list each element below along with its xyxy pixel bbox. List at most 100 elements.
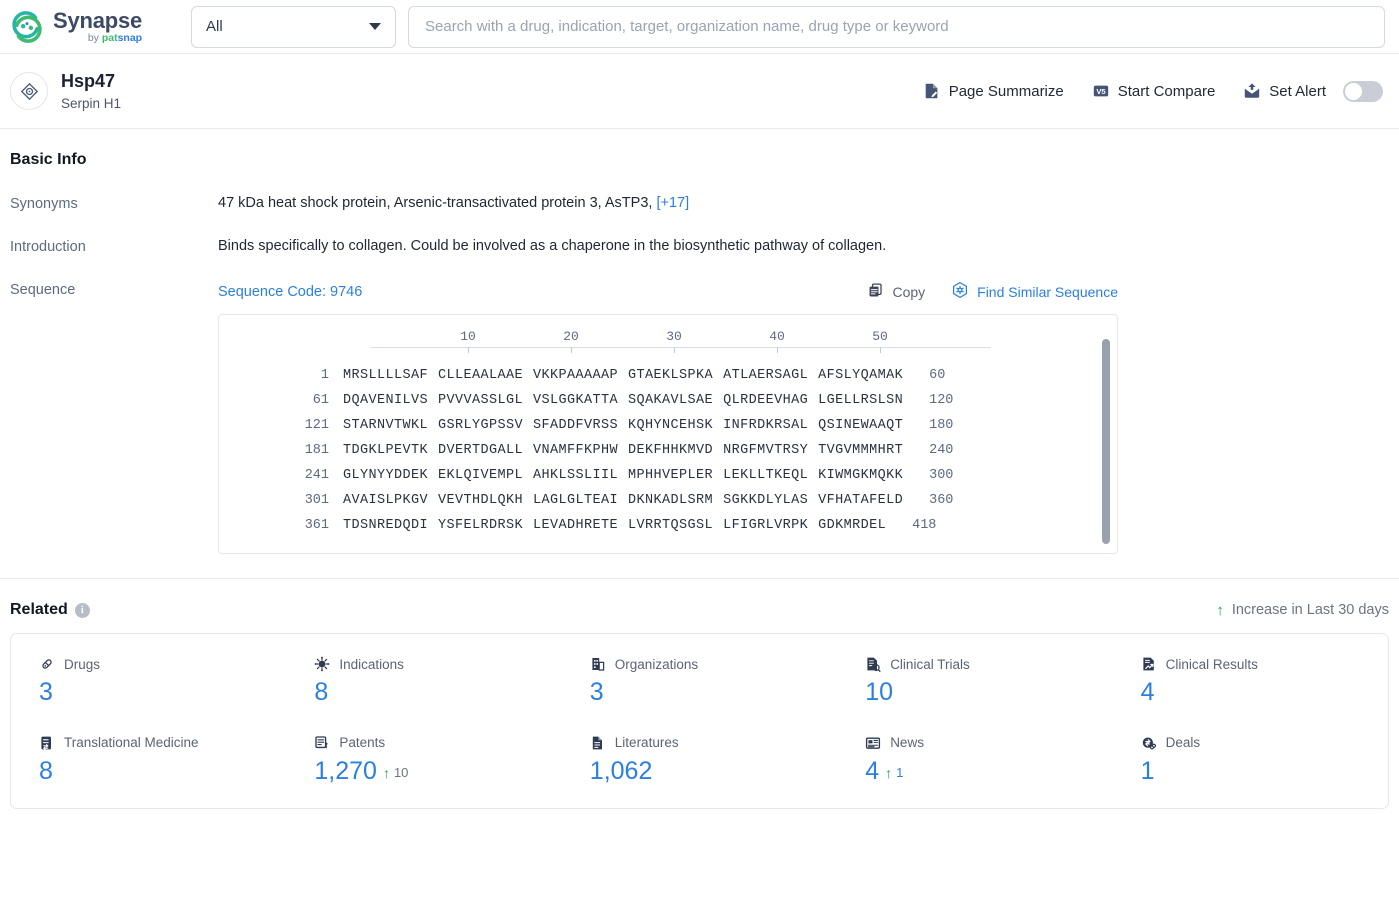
pill-icon xyxy=(39,656,55,672)
stat-value: 1,270 xyxy=(314,756,377,785)
sequence-block: LAGLGLTEAI xyxy=(533,493,619,508)
stat-label-row: News xyxy=(865,735,1104,751)
stat-card-indications[interactable]: Indications 8 xyxy=(286,652,561,711)
set-alert-toggle[interactable] xyxy=(1343,80,1383,102)
sequence-block: GSRLYGPSSV xyxy=(438,418,524,433)
sequence-block: DVERTDGALL xyxy=(438,443,524,458)
set-alert-button[interactable]: Set Alert xyxy=(1243,80,1383,102)
stat-card-clinical-results[interactable]: Clinical Results 4 xyxy=(1113,652,1388,711)
stat-label-row: Clinical Results xyxy=(1141,656,1380,672)
legend-label: Increase in Last 30 days xyxy=(1231,602,1389,618)
copy-label: Copy xyxy=(892,283,926,300)
sequence-block: MPHHVEPLER xyxy=(628,468,714,483)
search-scope-select[interactable]: All xyxy=(191,5,396,48)
ruler-tick-label: 40 xyxy=(769,329,785,344)
sequence-block: KQHYNCEHSK xyxy=(628,418,714,433)
sequence-scrollbar-thumb[interactable] xyxy=(1102,339,1110,544)
sequence-block: PVVVASSLGL xyxy=(438,393,524,408)
brand-by: by xyxy=(87,31,102,44)
stat-label-row: Deals xyxy=(1141,735,1380,751)
search-input[interactable] xyxy=(425,18,1368,35)
start-compare-button[interactable]: V5 Start Compare xyxy=(1092,82,1216,100)
sequence-block: LVRRTQSGSL xyxy=(628,518,714,533)
brand-logo[interactable]: Synapse by patsnap xyxy=(10,9,188,44)
entity-header: Hsp47 Serpin H1 Page Summarize V5 Start … xyxy=(0,54,1399,129)
stat-card-literatures[interactable]: Literatures 1,062 xyxy=(562,731,837,790)
brand-snap: snap xyxy=(117,31,143,44)
sequence-block: LFIGRLVRPK xyxy=(723,518,809,533)
sequence-row-start: 181 xyxy=(304,443,329,458)
page-title: Hsp47 xyxy=(61,71,116,92)
stat-card-deals[interactable]: Deals 1 xyxy=(1113,731,1388,790)
sequence-row-end: 120 xyxy=(929,393,954,408)
page-summarize-icon xyxy=(923,82,941,100)
sequence-row: Sequence Sequence Code: 9746 Copy Find S… xyxy=(10,281,1389,554)
sequence-row: 241 GLYNYYDDEK EKLQIVEMPL AHKLSSLIIL MPHHVEP… xyxy=(219,463,1117,488)
delta-value: 10 xyxy=(393,764,409,780)
stat-card-translational-medicine[interactable]: Translational Medicine 8 xyxy=(11,731,286,790)
sequence-block: STARNVTWKL xyxy=(343,418,429,433)
stat-card-organizations[interactable]: Organizations 3 xyxy=(562,652,837,711)
delta-up-arrow-icon: ↑ xyxy=(885,765,893,782)
stats-row-2: Translational Medicine 8 Patents 1,270 ↑ 10 Li… xyxy=(11,731,1388,790)
delta-up-arrow-icon: ↑ xyxy=(382,765,390,782)
info-icon[interactable]: i xyxy=(74,602,90,618)
stat-value: 4 xyxy=(1140,678,1155,706)
clinical-result-icon xyxy=(1141,656,1157,672)
sequence-block: AFSLYQAMAK xyxy=(818,368,904,383)
stat-card-patents[interactable]: Patents 1,270 ↑ 10 xyxy=(286,731,561,790)
sequence-code-link[interactable]: Sequence Code: 9746 xyxy=(218,284,362,300)
stat-label: Translational Medicine xyxy=(64,735,199,751)
sequence-block: SQAKAVLSAE xyxy=(628,393,714,408)
sequence-row: 361 TDSNREDQDI YSFELRDRSK LEVADHRETE LVRRTQS… xyxy=(219,513,1117,538)
sequence-block: QLRDEEVHAG xyxy=(723,393,809,408)
stat-label: News xyxy=(890,735,924,751)
sequence-viewer[interactable]: 10 20 30 40 50 1 MRSLLLLSAF CLLEAALAAE VKKPAAAA… xyxy=(218,314,1118,554)
sequence-block: VFHATAFELD xyxy=(818,493,904,508)
sequence-block: ATLAERSAGL xyxy=(723,368,809,383)
ruler-tick-mark xyxy=(777,347,778,353)
copy-sequence-button[interactable]: Copy xyxy=(867,282,925,302)
sequence-row-residues: TDGKLPEVTK DVERTDGALL VNAMFFKPHW DEKFHHKMVD… xyxy=(343,443,913,458)
sequence-scrollbar[interactable] xyxy=(1102,333,1110,544)
find-similar-sequence-button[interactable]: Find Similar Sequence xyxy=(951,281,1118,302)
sequence-block: VSLGGKATTA xyxy=(533,393,619,408)
translational-medicine-icon xyxy=(39,735,55,751)
stat-label: Clinical Trials xyxy=(890,656,970,672)
synonyms-more-link[interactable]: [+17] xyxy=(656,195,689,211)
sequence-block: TVGVMMMHRT xyxy=(818,443,904,458)
introduction-value: Binds specifically to collagen. Could be… xyxy=(218,238,887,254)
related-title: Related xyxy=(10,601,68,618)
target-crosshair-icon xyxy=(10,72,48,110)
start-compare-label: Start Compare xyxy=(1117,82,1216,100)
related-legend: ↑ Increase in Last 30 days xyxy=(1216,602,1389,618)
sequence-rows: 1 MRSLLLLSAF CLLEAALAAE VKKPAAAAAP GTAEKLSPK… xyxy=(219,363,1117,538)
sequence-row-end: 300 xyxy=(929,468,954,483)
sequence-row-start: 61 xyxy=(312,393,329,408)
stat-card-drugs[interactable]: Drugs 3 xyxy=(11,652,286,711)
search-box[interactable] xyxy=(408,5,1385,48)
stat-card-news[interactable]: News 4 ↑ 1 xyxy=(837,731,1112,790)
stat-card-clinical-trials[interactable]: Clinical Trials 10 xyxy=(837,652,1112,711)
virus-icon xyxy=(314,656,330,672)
v5-compare-icon: V5 xyxy=(1092,82,1110,100)
stat-label-row: Literatures xyxy=(590,735,829,751)
svg-text:V5: V5 xyxy=(1096,87,1106,96)
chevron-down-icon xyxy=(369,23,381,30)
stat-label-row: Clinical Trials xyxy=(865,656,1104,672)
stat-value-row: 1 xyxy=(1141,757,1380,786)
synonyms-row: Synonyms 47 kDa heat shock protein, Arse… xyxy=(10,195,1389,212)
stat-value-row: 10 xyxy=(865,678,1104,707)
stat-value: 3 xyxy=(39,678,53,706)
sequence-row-start: 361 xyxy=(304,518,329,533)
sequence-row: 61 DQAVENILVS PVVVASSLGL VSLGGKATTA SQAKAVLS… xyxy=(219,388,1117,413)
ruler-tick-mark xyxy=(880,347,881,353)
sequence-block: CLLEAALAAE xyxy=(438,368,524,383)
sequence-row: 121 STARNVTWKL GSRLYGPSSV SFADDFVRSS KQHYNCE… xyxy=(219,413,1117,438)
patent-icon xyxy=(314,735,330,751)
sequence-block: INFRDKRSAL xyxy=(723,418,809,433)
sequence-block: YSFELRDRSK xyxy=(438,518,524,533)
page-summarize-button[interactable]: Page Summarize xyxy=(923,82,1064,100)
sequence-block: NRGFMVTRSY xyxy=(723,443,809,458)
literature-icon xyxy=(590,735,606,751)
